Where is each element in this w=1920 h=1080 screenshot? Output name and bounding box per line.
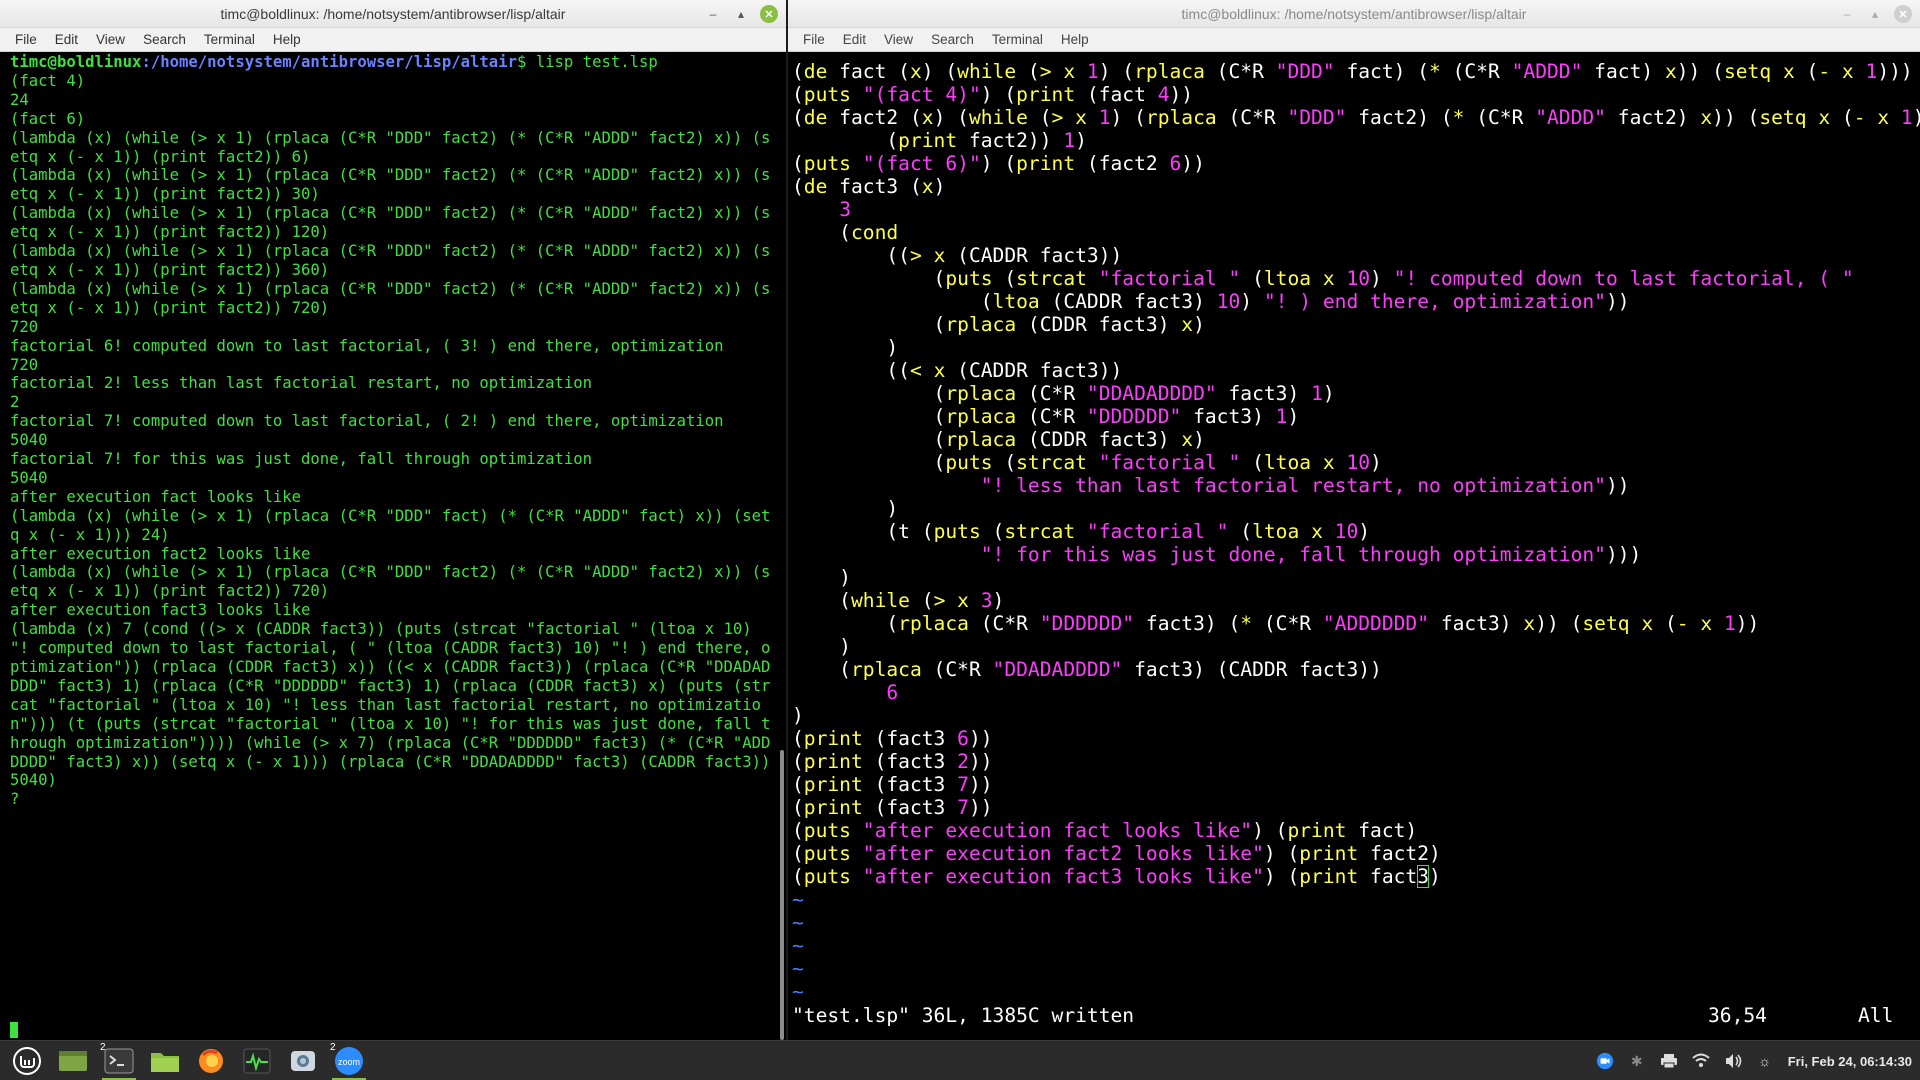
files-launcher[interactable] <box>142 1041 188 1080</box>
scrollbar[interactable] <box>778 52 784 1040</box>
folder-icon <box>151 1053 179 1072</box>
menu-search[interactable]: Search <box>134 28 195 52</box>
screenshot-launcher[interactable] <box>280 1041 326 1080</box>
system-monitor-launcher[interactable] <box>234 1041 280 1080</box>
wifi-icon[interactable] <box>1692 1052 1710 1070</box>
maximize-icon[interactable]: ▴ <box>1866 5 1884 23</box>
zoom-label: zoom <box>338 1057 360 1067</box>
titlebar[interactable]: timc@boldlinux: /home/notsystem/antibrow… <box>788 0 1920 28</box>
menu-help[interactable]: Help <box>264 28 310 52</box>
prompt-path: :/home/notsystem/antibrowser/lisp/altair <box>141 53 517 71</box>
firefox-launcher[interactable] <box>188 1041 234 1080</box>
vim-editor[interactable]: (de fact (x) (while (> x 1) (rplaca (C*R… <box>788 52 1920 1040</box>
zoom-tray-icon[interactable] <box>1596 1052 1614 1070</box>
scrollbar-thumb[interactable] <box>780 750 784 1040</box>
menubar: File Edit View Search Terminal Help <box>0 28 786 52</box>
terminal-icon <box>104 1048 134 1074</box>
prompt-user: timc@boldlinux <box>10 53 142 71</box>
system-monitor-icon <box>243 1048 271 1074</box>
menu-file[interactable]: File <box>6 28 46 52</box>
status-file: "test.lsp" 36L, 1385C written <box>792 1004 1135 1027</box>
volume-icon[interactable] <box>1724 1052 1742 1070</box>
window-title: timc@boldlinux: /home/notsystem/antibrow… <box>220 6 566 22</box>
terminal-cursor <box>10 1022 18 1038</box>
prompt-command: $ lisp test.lsp <box>516 53 658 71</box>
terminal-window-right[interactable]: timc@boldlinux: /home/notsystem/antibrow… <box>788 0 1920 1040</box>
minimize-icon[interactable]: – <box>704 5 722 23</box>
brightness-icon[interactable]: ☼ <box>1756 1052 1774 1070</box>
menu-view[interactable]: View <box>875 28 922 52</box>
printer-icon[interactable] <box>1660 1052 1678 1070</box>
menubar: File Edit View Search Terminal Help <box>788 28 1920 52</box>
close-icon[interactable]: ✕ <box>760 5 778 23</box>
desktop-icon <box>59 1051 87 1071</box>
close-icon[interactable]: ✕ <box>1894 5 1912 23</box>
terminal-count-badge: 2 <box>100 1042 106 1053</box>
terminal-window-left[interactable]: timc@boldlinux: /home/notsystem/antibrow… <box>0 0 786 1040</box>
menu-terminal[interactable]: Terminal <box>195 28 264 52</box>
vim-buffer: (de fact (x) (while (> x 1) (rplaca (C*R… <box>792 60 1920 1003</box>
clock[interactable]: Fri, Feb 24, 06:14:30 <box>1788 1054 1912 1069</box>
menu-view[interactable]: View <box>87 28 134 52</box>
taskbar: 2 2 zoom ✱ ☼ Fri, Feb 24, 06:14:30 <box>0 1040 1920 1080</box>
firefox-icon <box>199 1049 223 1073</box>
menu-edit[interactable]: Edit <box>46 28 87 52</box>
window-title: timc@boldlinux: /home/notsystem/antibrow… <box>1181 6 1527 22</box>
zoom-count-badge: 2 <box>330 1042 336 1053</box>
mint-logo-icon <box>13 1047 41 1075</box>
terminal-output: timc@boldlinux:/home/notsystem/antibrows… <box>10 53 772 809</box>
status-cursor-pos: 36,54 <box>1708 1004 1767 1027</box>
show-desktop-button[interactable] <box>50 1041 96 1080</box>
status-scroll: All <box>1858 1004 1894 1027</box>
bluetooth-icon[interactable]: ✱ <box>1628 1052 1646 1070</box>
maximize-icon[interactable]: ▴ <box>732 5 750 23</box>
titlebar[interactable]: timc@boldlinux: /home/notsystem/antibrow… <box>0 0 786 28</box>
vim-statusline: "test.lsp" 36L, 1385C written 36,54 All <box>792 1004 1920 1028</box>
menu-help[interactable]: Help <box>1052 28 1098 52</box>
program-output: (fact 4) 24 (fact 6) (lambda (x) (while … <box>10 71 771 809</box>
menu-edit[interactable]: Edit <box>834 28 875 52</box>
terminal-area[interactable]: timc@boldlinux:/home/notsystem/antibrows… <box>0 52 786 1040</box>
zoom-launcher[interactable]: 2 zoom <box>326 1041 372 1080</box>
menu-search[interactable]: Search <box>922 28 983 52</box>
terminal-launcher[interactable]: 2 <box>96 1041 142 1080</box>
menu-button[interactable] <box>4 1041 50 1080</box>
camera-icon <box>291 1051 315 1071</box>
minimize-icon[interactable]: – <box>1838 5 1856 23</box>
menu-file[interactable]: File <box>794 28 834 52</box>
zoom-icon: zoom <box>335 1047 363 1075</box>
menu-terminal[interactable]: Terminal <box>983 28 1052 52</box>
